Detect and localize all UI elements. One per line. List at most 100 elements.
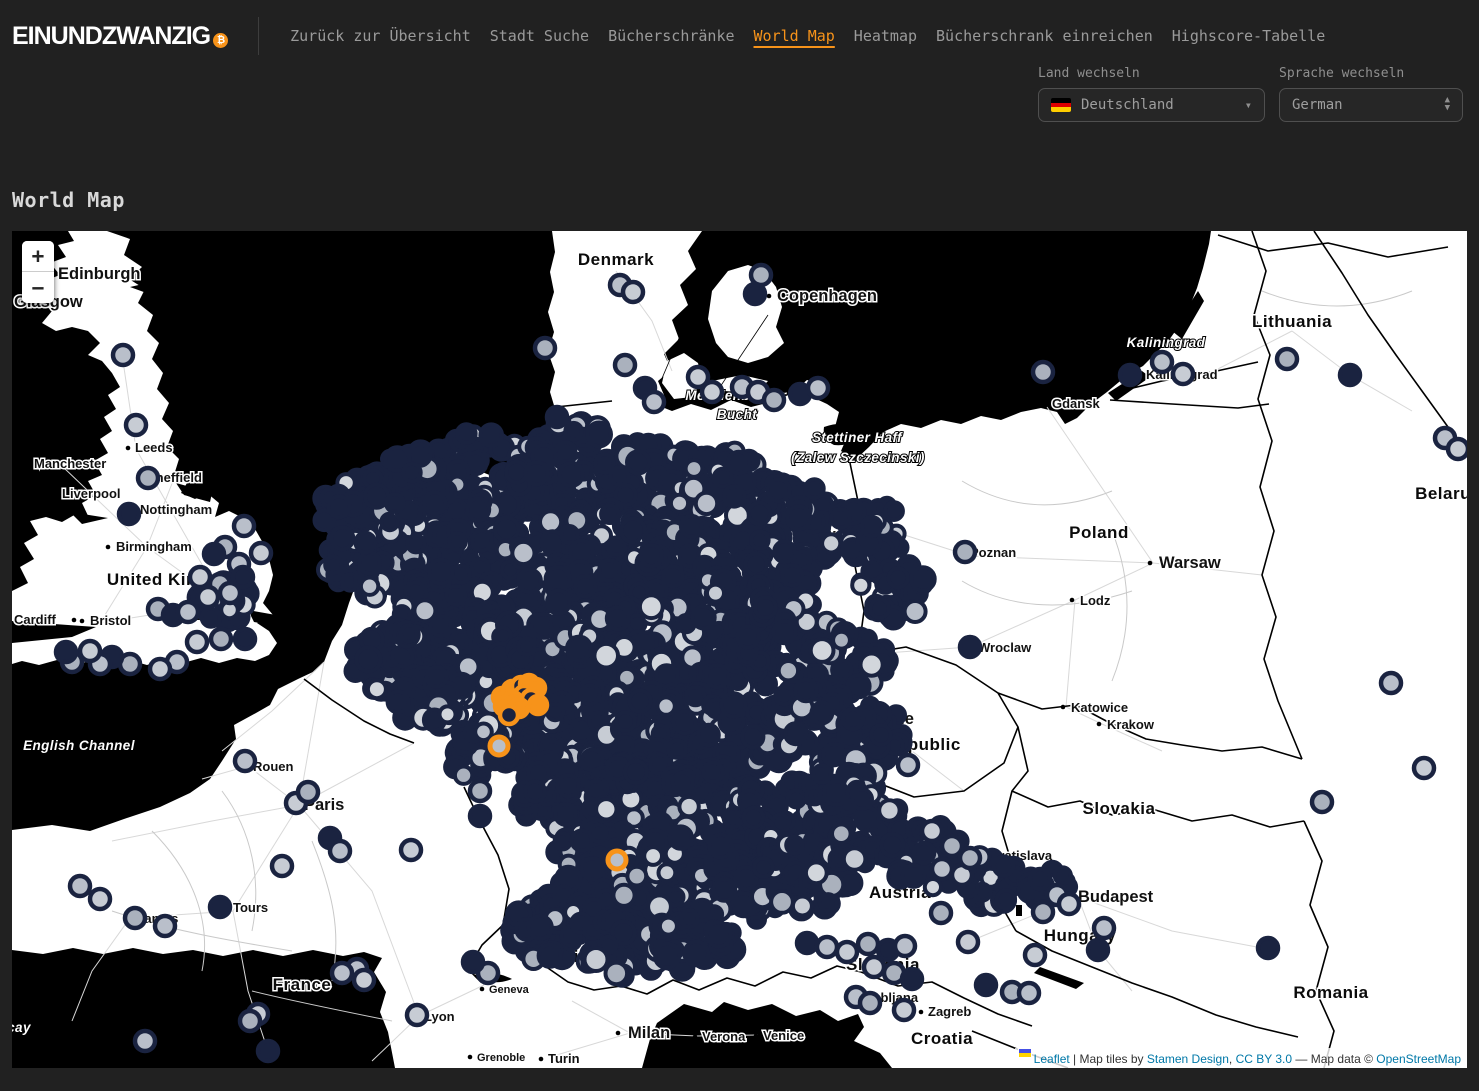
meetup-marker[interactable]	[693, 606, 715, 628]
meetup-marker[interactable]	[607, 537, 624, 554]
meetup-marker[interactable]	[806, 862, 827, 883]
meetup-marker[interactable]	[844, 848, 866, 870]
meetup-marker[interactable]	[1055, 867, 1071, 883]
meetup-marker[interactable]	[235, 629, 255, 649]
meetup-marker[interactable]	[832, 660, 851, 679]
meetup-marker[interactable]	[1019, 983, 1039, 1003]
meetup-marker[interactable]	[751, 532, 768, 549]
meetup-marker[interactable]	[894, 1000, 914, 1020]
meetup-marker[interactable]	[686, 460, 703, 477]
nav-item-stadt-suche[interactable]: Stadt Suche	[490, 27, 589, 45]
meetup-marker[interactable]	[895, 936, 915, 956]
meetup-marker[interactable]	[535, 338, 555, 358]
meetup-marker[interactable]	[580, 685, 599, 704]
meetup-marker[interactable]	[737, 627, 758, 648]
meetup-marker[interactable]	[674, 712, 696, 734]
meetup-marker[interactable]	[808, 378, 828, 398]
meetup-marker[interactable]	[1152, 352, 1172, 372]
meetup-marker[interactable]	[606, 963, 628, 985]
meetup-marker[interactable]	[495, 518, 518, 541]
meetup-marker[interactable]	[1448, 439, 1467, 459]
meetup-marker[interactable]	[155, 916, 175, 936]
meetup-marker[interactable]	[567, 637, 591, 661]
meetup-marker[interactable]	[601, 505, 619, 523]
meetup-marker[interactable]	[745, 284, 765, 304]
meetup-marker[interactable]	[822, 534, 840, 552]
nav-item-einreichen[interactable]: Bücherschrank einreichen	[936, 27, 1153, 45]
meetup-marker[interactable]	[684, 942, 708, 966]
meetup-marker[interactable]	[329, 496, 350, 517]
meetup-marker[interactable]	[558, 775, 579, 796]
meetup-marker[interactable]	[625, 761, 647, 783]
meetup-marker[interactable]	[354, 970, 374, 990]
attribution-link[interactable]: OpenStreetMap	[1376, 1052, 1461, 1066]
meetup-marker[interactable]	[1033, 902, 1053, 922]
meetup-marker[interactable]	[1120, 365, 1140, 385]
meetup-marker[interactable]	[613, 885, 634, 906]
meetup-marker[interactable]	[525, 782, 545, 802]
meetup-marker[interactable]	[204, 544, 224, 564]
meetup-marker[interactable]	[401, 625, 417, 641]
meetup-marker[interactable]	[997, 890, 1015, 908]
meetup-marker[interactable]	[831, 509, 850, 528]
attribution-link[interactable]: Stamen Design	[1147, 1052, 1229, 1066]
meetup-marker[interactable]	[113, 345, 133, 365]
zoom-in-button[interactable]: +	[22, 241, 54, 272]
meetup-marker[interactable]	[187, 632, 207, 652]
meetup-marker[interactable]	[407, 535, 424, 552]
meetup-marker[interactable]	[931, 903, 951, 923]
meetup-marker[interactable]	[709, 835, 732, 858]
meetup-marker[interactable]	[627, 867, 646, 886]
meetup-marker[interactable]	[976, 975, 996, 995]
meetup-marker[interactable]	[640, 595, 663, 618]
meetup-marker[interactable]	[495, 628, 511, 644]
meetup-marker[interactable]	[587, 423, 611, 447]
language-select[interactable]: German ▲▼	[1279, 88, 1463, 122]
meetup-marker[interactable]	[795, 680, 816, 701]
meetup-marker[interactable]	[787, 506, 810, 529]
meetup-marker[interactable]	[220, 583, 240, 603]
meetup-marker[interactable]	[556, 442, 576, 462]
meetup-marker[interactable]	[805, 479, 824, 498]
meetup-marker[interactable]	[681, 516, 702, 537]
meetup-marker[interactable]	[599, 560, 620, 581]
meetup-marker[interactable]	[56, 642, 76, 662]
meetup-marker[interactable]	[211, 629, 231, 649]
meetup-marker[interactable]	[298, 782, 318, 802]
meetup-marker[interactable]	[773, 621, 795, 643]
meetup-marker[interactable]	[607, 607, 629, 629]
zoom-out-button[interactable]: −	[22, 272, 54, 303]
meetup-marker[interactable]	[843, 709, 863, 729]
meetup-marker[interactable]	[911, 567, 935, 591]
meetup-marker[interactable]	[885, 502, 903, 520]
meetup-marker[interactable]	[407, 1005, 427, 1025]
meetup-marker[interactable]	[688, 367, 708, 387]
meetup-marker[interactable]	[539, 945, 561, 967]
meetup-marker[interactable]	[704, 763, 723, 782]
nav-item-buecherschraenke[interactable]: Bücherschränke	[608, 27, 734, 45]
meetup-marker[interactable]	[119, 504, 139, 524]
meetup-marker[interactable]	[240, 1011, 260, 1031]
meetup-marker[interactable]	[833, 632, 850, 649]
nav-item-world-map[interactable]: World Map	[754, 27, 835, 45]
meetup-marker[interactable]	[627, 451, 649, 473]
meetup-marker[interactable]	[722, 693, 746, 717]
meetup-marker[interactable]	[1094, 918, 1114, 938]
meetup-marker[interactable]	[90, 889, 110, 909]
meetup-marker[interactable]	[774, 541, 795, 562]
meetup-marker[interactable]	[903, 865, 925, 887]
meetup-marker[interactable]	[453, 566, 470, 583]
meetup-marker[interactable]	[525, 462, 547, 484]
meetup-marker[interactable]	[546, 567, 570, 591]
meetup-marker[interactable]	[630, 691, 651, 712]
meetup-marker[interactable]	[455, 767, 472, 784]
orange-meetup-marker[interactable]	[608, 851, 626, 869]
meetup-marker[interactable]	[234, 516, 254, 536]
meetup-marker[interactable]	[925, 879, 941, 895]
meetup-marker[interactable]	[555, 804, 576, 825]
meetup-marker[interactable]	[1059, 894, 1079, 914]
meetup-marker[interactable]	[325, 557, 341, 573]
meetup-marker[interactable]	[403, 464, 420, 481]
meetup-marker[interactable]	[960, 637, 980, 657]
meetup-marker[interactable]	[198, 587, 218, 607]
